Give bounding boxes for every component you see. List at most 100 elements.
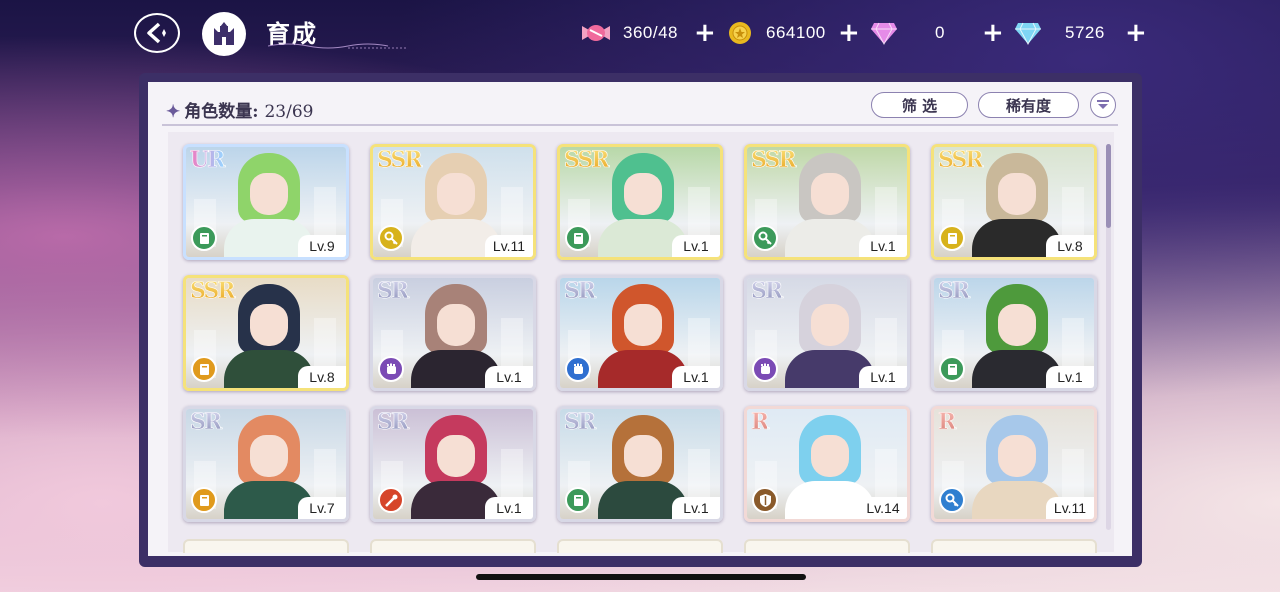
level-label: Lv.1	[859, 366, 907, 388]
role-badge	[939, 487, 965, 513]
top-bar: 育成 360/48 + 664100 + 0 + 5726 +	[0, 0, 1280, 70]
book-icon	[199, 494, 209, 506]
fist-icon	[386, 363, 396, 374]
blue-gem-plus-button[interactable]: +	[1125, 18, 1147, 48]
character-card[interactable]: SR Lv.1	[744, 275, 910, 391]
plus-icon: +	[838, 18, 860, 48]
rarity-badge: SR	[938, 278, 971, 304]
character-face	[811, 173, 849, 215]
filter-button[interactable]: 筛 选	[871, 92, 968, 118]
back-button[interactable]	[134, 13, 180, 53]
character-card[interactable]: SR Lv.1	[931, 275, 1097, 391]
character-card[interactable]: R Lv.14	[744, 406, 910, 522]
character-card[interactable]: SSR Lv.8	[183, 275, 349, 391]
character-count-label: 角色数量:	[184, 102, 259, 122]
blue-gem-value-wrap: 5726	[1065, 18, 1105, 48]
role-badge	[565, 487, 591, 513]
key-icon	[758, 231, 772, 245]
stamina-plus-button[interactable]: +	[694, 18, 716, 48]
role-badge	[752, 487, 778, 513]
character-face	[250, 173, 288, 215]
character-card[interactable]: R Lv.11	[931, 406, 1097, 522]
character-card[interactable]: SSR Lv.11	[370, 144, 536, 260]
wand-icon	[384, 494, 397, 507]
sparkle-icon: ✦	[166, 102, 181, 122]
character-card[interactable]: SSR Lv.1	[557, 144, 723, 260]
character-face	[811, 304, 849, 346]
sort-rarity-button[interactable]: 稀有度	[978, 92, 1079, 118]
character-count-value: 23/69	[264, 102, 314, 122]
rarity-badge: SR	[377, 278, 410, 304]
level-label: Lv.7	[298, 497, 346, 519]
blue-diamond-icon	[1015, 22, 1041, 45]
role-badge	[565, 225, 591, 251]
character-card-peek	[744, 539, 910, 553]
level-label: Lv.8	[298, 366, 346, 388]
character-face	[437, 173, 475, 215]
stamina-value: 360/48	[623, 23, 678, 42]
gold-counter	[728, 18, 752, 48]
home-indicator[interactable]	[476, 574, 806, 580]
character-face	[998, 173, 1036, 215]
scrollbar-thumb[interactable]	[1106, 144, 1111, 228]
sort-rarity-label: 稀有度	[1005, 96, 1051, 115]
character-card[interactable]: SR Lv.1	[370, 406, 536, 522]
home-button[interactable]	[202, 12, 246, 56]
character-face	[998, 435, 1036, 477]
character-card-peek	[557, 539, 723, 553]
character-card[interactable]: SSR Lv.8	[931, 144, 1097, 260]
gold-value-wrap: 664100	[766, 18, 826, 48]
character-card-peek	[183, 539, 349, 553]
plus-icon: +	[982, 18, 1004, 48]
book-icon	[199, 232, 209, 244]
fist-icon	[573, 363, 583, 374]
level-label: Lv.1	[1046, 366, 1094, 388]
level-label: Lv.1	[859, 235, 907, 257]
level-label: Lv.1	[485, 497, 533, 519]
character-face	[811, 435, 849, 477]
gold-value: 664100	[766, 23, 826, 42]
rarity-badge: SSR	[190, 278, 236, 304]
rarity-badge: SSR	[377, 147, 423, 173]
character-card[interactable]: UR Lv.9	[183, 144, 349, 260]
header-divider	[162, 124, 1118, 126]
gold-plus-button[interactable]: +	[838, 18, 860, 48]
level-label: Lv.1	[485, 366, 533, 388]
role-badge	[752, 356, 778, 382]
level-label: Lv.1	[672, 366, 720, 388]
character-card-peek	[370, 539, 536, 553]
role-badge	[378, 487, 404, 513]
shield-icon	[759, 493, 771, 507]
chevron-down-icon	[1097, 100, 1109, 109]
character-card-peek	[931, 539, 1097, 553]
plus-icon: +	[1125, 18, 1147, 48]
character-face	[250, 435, 288, 477]
level-label: Lv.11	[1046, 497, 1094, 519]
rarity-badge: SR	[751, 278, 784, 304]
pink-diamond-icon	[871, 22, 897, 45]
rarity-badge: SR	[377, 409, 410, 435]
character-face	[998, 304, 1036, 346]
back-arrow-icon	[147, 22, 166, 44]
book-icon	[573, 494, 583, 506]
rarity-badge: SR	[190, 409, 223, 435]
role-badge	[752, 225, 778, 251]
gold-coin-icon	[729, 22, 751, 44]
level-label: Lv.14	[859, 497, 907, 519]
level-label: Lv.1	[672, 235, 720, 257]
role-badge	[191, 356, 217, 382]
key-icon	[384, 231, 398, 245]
character-card[interactable]: SR Lv.1	[370, 275, 536, 391]
rarity-badge: SR	[564, 278, 597, 304]
stamina-value-wrap: 360/48	[623, 18, 678, 48]
character-face	[624, 173, 662, 215]
rarity-badge: SSR	[938, 147, 984, 173]
character-card[interactable]: SSR Lv.1	[744, 144, 910, 260]
pink-gem-plus-button[interactable]: +	[982, 18, 1004, 48]
book-icon	[199, 363, 209, 375]
character-card[interactable]: SR Lv.7	[183, 406, 349, 522]
sort-order-button[interactable]	[1090, 92, 1116, 118]
character-face	[250, 304, 288, 346]
character-card[interactable]: SR Lv.1	[557, 406, 723, 522]
character-card[interactable]: SR Lv.1	[557, 275, 723, 391]
